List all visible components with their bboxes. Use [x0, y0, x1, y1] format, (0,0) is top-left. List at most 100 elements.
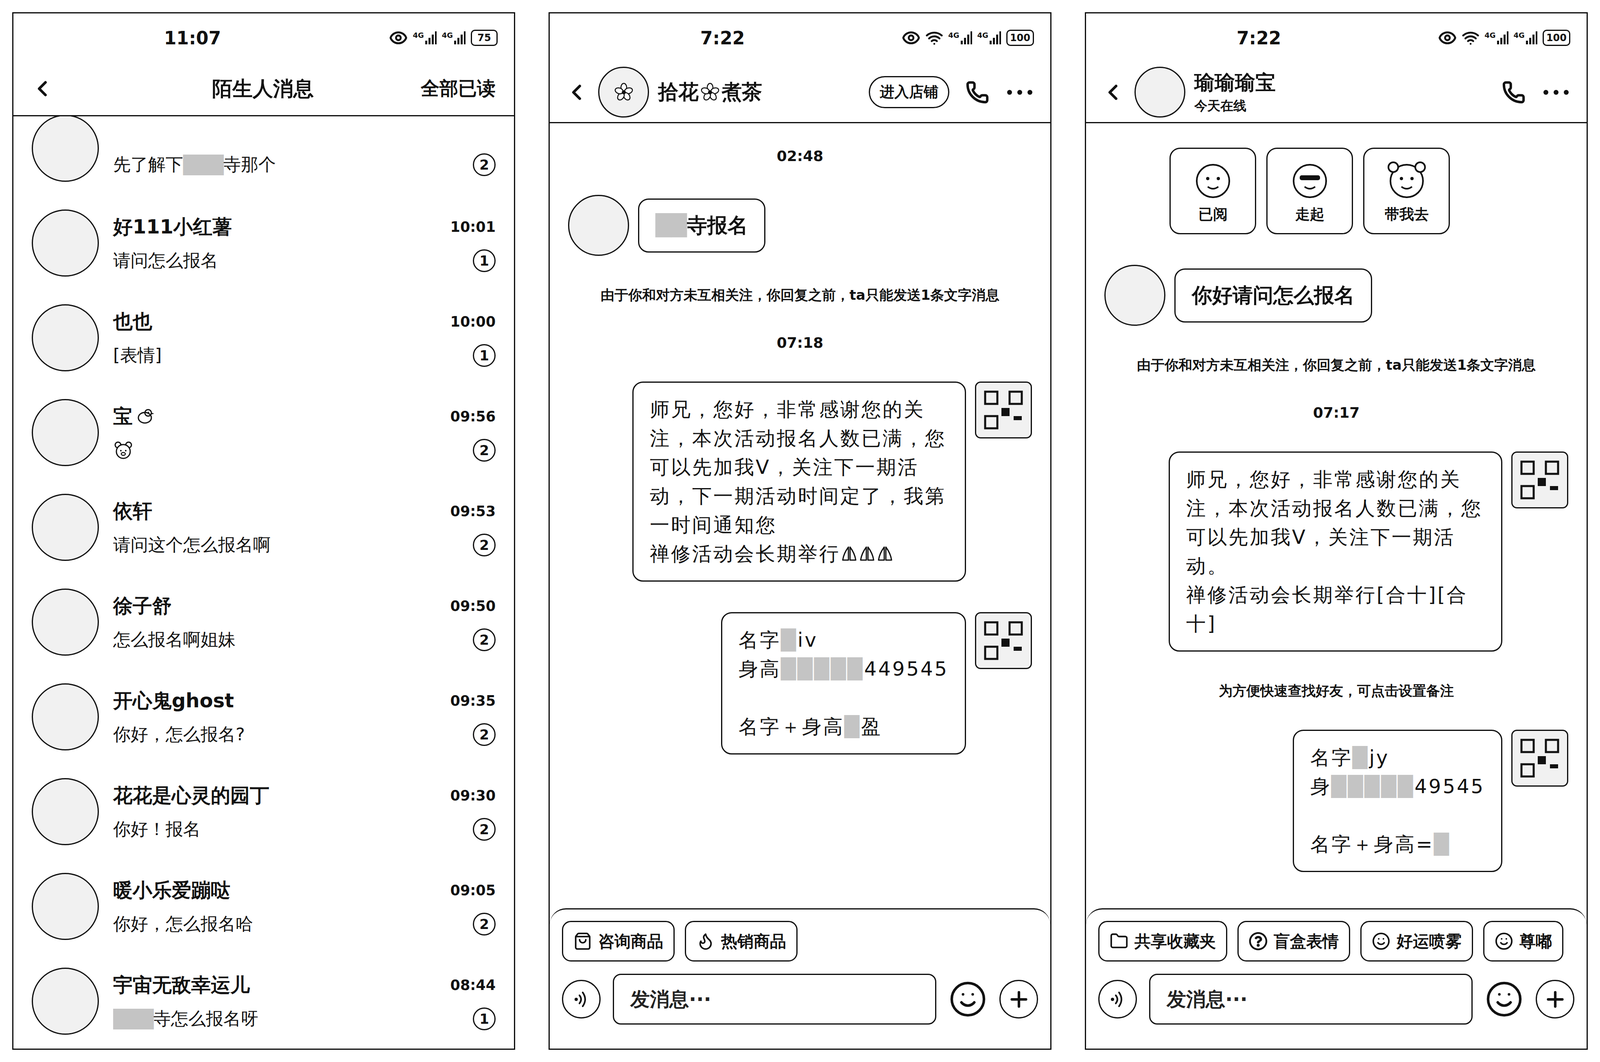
- praying-hands-icon: [876, 544, 894, 563]
- emoji-icon[interactable]: [948, 980, 988, 1019]
- more-icon[interactable]: [1005, 88, 1034, 97]
- back-icon[interactable]: [563, 79, 590, 105]
- quick-action-chip[interactable]: 好运喷雾: [1360, 921, 1474, 962]
- sticker-button[interactable]: 带我去: [1363, 147, 1450, 235]
- message-item[interactable]: 花花是心灵的园丁09:30你好！报名2: [13, 764, 514, 860]
- enter-shop-button[interactable]: 进入店铺: [868, 76, 950, 109]
- chip-icon: [1109, 932, 1129, 951]
- message-preview: 你好！报名: [113, 817, 201, 842]
- bubble-line: 身高█████449545: [738, 654, 949, 684]
- back-icon[interactable]: [29, 76, 55, 102]
- message-time: 09:35: [450, 692, 496, 710]
- message-input[interactable]: 发消息···: [1149, 974, 1473, 1026]
- message-list: 先了解下███寺那个2好111小红薯10:01请问怎么报名1也也10:00[表情…: [13, 116, 514, 1050]
- message-bubble[interactable]: 师兄，您好，非常感谢您的关注，本次活动报名人数已满，您可以先加我V，关注下一期活…: [632, 381, 967, 582]
- status-icons: 4G4G100: [901, 28, 1034, 48]
- unread-badge: 2: [472, 818, 496, 842]
- message-item[interactable]: 好111小红薯10:01请问怎么报名1: [13, 195, 514, 291]
- message-bubble[interactable]: ██寺报名: [638, 198, 766, 253]
- quick-actions: 共享收藏夹盲盒表情好运喷雾尊嘟: [1098, 921, 1575, 962]
- unread-badge: 2: [472, 533, 496, 557]
- message-item[interactable]: 徐子舒09:50怎么报名啊姐妹2: [13, 574, 514, 670]
- pixel-avatar-icon: [981, 618, 1026, 664]
- message-item[interactable]: 也也10:00[表情]1: [13, 290, 514, 386]
- chip-icon: [1371, 932, 1391, 951]
- plus-button[interactable]: [999, 980, 1039, 1019]
- message-preview: [表情]: [113, 343, 162, 368]
- network-label: 4G: [1513, 30, 1525, 40]
- system-note: 由于你和对方未互相关注，你回复之前，ta只能发送1条文字消息: [600, 286, 1000, 304]
- sticker-button[interactable]: 已阅: [1169, 147, 1257, 235]
- chat-title: 瑜瑜瑜宝: [1194, 69, 1493, 97]
- quick-action-chip[interactable]: 盲盒表情: [1237, 921, 1351, 962]
- chat-toolbar: 共享收藏夹盲盒表情好运喷雾尊嘟发消息···: [1086, 908, 1587, 1050]
- system-note: 为方便快速查找好友，可点击设置备注: [1218, 682, 1454, 700]
- outgoing-message: 名字█jy身█████49545名字＋身高=█: [1104, 730, 1569, 873]
- mark-all-read-button[interactable]: 全部已读: [420, 76, 496, 102]
- avatar: [31, 304, 99, 372]
- bubble-line: 名字＋身高=█: [1310, 830, 1485, 860]
- message-item[interactable]: 开心鬼ghost09:35你好，怎么报名?2: [13, 669, 514, 765]
- unread-badge: 1: [472, 344, 496, 368]
- sender-name: 宝: [113, 403, 156, 430]
- message-time: 09:50: [450, 598, 496, 615]
- redacted-text: █████: [1331, 775, 1415, 798]
- online-status: 今天在线: [1194, 97, 1493, 116]
- avatar: [31, 209, 99, 277]
- message-input[interactable]: 发消息···: [612, 974, 937, 1026]
- message-time: 10:00: [450, 313, 496, 331]
- redacted-text: ███: [183, 154, 224, 175]
- message-bubble[interactable]: 名字█iv身高█████449545 名字＋身高█盈: [721, 612, 967, 755]
- emoji-icon[interactable]: [1484, 980, 1524, 1019]
- more-icon[interactable]: [1541, 88, 1571, 97]
- bubble-paragraph: 师兄，您好，非常感谢您的关注，本次活动报名人数已满，您可以先加我V，关注下一期活…: [1186, 465, 1485, 639]
- status-time: 11:07: [163, 27, 221, 49]
- quick-action-chip[interactable]: 热销商品: [684, 921, 798, 962]
- signal-icon: [453, 30, 466, 45]
- praying-hands-icon: [858, 544, 877, 563]
- chat-avatar[interactable]: [1134, 66, 1186, 118]
- sticker-button[interactable]: 走起: [1266, 147, 1354, 235]
- message-item[interactable]: 先了解下███寺那个2: [13, 116, 514, 196]
- message-preview: ███寺怎么报名呀: [113, 1007, 259, 1032]
- voice-button[interactable]: [1098, 980, 1137, 1019]
- unread-badge: 2: [472, 439, 496, 462]
- message-bubble[interactable]: 你好请问怎么报名: [1174, 268, 1373, 323]
- phone-icon[interactable]: [965, 80, 990, 105]
- chat-avatar[interactable]: [598, 66, 650, 118]
- sender-name: 好111小红薯: [113, 214, 232, 241]
- quick-action-chip[interactable]: 尊嘟: [1483, 921, 1564, 962]
- signal-indicator: 4G: [441, 30, 466, 45]
- bubble-line: 名字█jy: [1310, 743, 1485, 773]
- avatar: [31, 116, 99, 182]
- message-item[interactable]: 宇宙无敌幸运儿08:44███寺怎么报名呀1: [13, 954, 514, 1050]
- back-icon[interactable]: [1100, 79, 1126, 105]
- outgoing-message: 名字█iv身高█████449545 名字＋身高█盈: [568, 612, 1032, 755]
- phone-icon[interactable]: [1501, 80, 1526, 105]
- sender-name: 徐子舒: [113, 593, 172, 620]
- avatar: [31, 588, 99, 656]
- bird-icon: [135, 406, 156, 427]
- battery: 75: [470, 29, 498, 46]
- bubble-line: 名字█iv: [738, 625, 949, 655]
- bubble-line: 名字＋身高█盈: [738, 712, 949, 742]
- quick-action-chip[interactable]: 共享收藏夹: [1098, 921, 1228, 962]
- message-preview: 请问怎么报名: [113, 249, 219, 273]
- eye-icon: [1438, 28, 1457, 48]
- status-icons: 4G4G75: [389, 28, 498, 48]
- chat-toolbar: 咨询商品热销商品发消息···: [549, 908, 1051, 1050]
- network-label: 4G: [441, 30, 453, 40]
- message-bubble[interactable]: 师兄，您好，非常感谢您的关注，本次活动报名人数已满，您可以先加我V，关注下一期活…: [1168, 451, 1503, 652]
- quick-action-chip[interactable]: 咨询商品: [561, 921, 675, 962]
- network-label: 4G: [948, 30, 960, 40]
- bear-icon: [113, 440, 134, 461]
- message-bubble[interactable]: 名字█jy身█████49545名字＋身高=█: [1292, 730, 1503, 873]
- my-avatar: [1511, 451, 1569, 509]
- message-item[interactable]: 暖小乐爱蹦哒09:05你好，怎么报名哈2: [13, 859, 514, 955]
- message-item[interactable]: 宝09:562: [13, 385, 514, 481]
- voice-button[interactable]: [561, 980, 601, 1019]
- message-preview: [113, 440, 134, 461]
- plus-button[interactable]: [1535, 980, 1575, 1019]
- message-item[interactable]: 依轩09:53请问这个怎么报名啊2: [13, 480, 514, 575]
- signal-icon: [424, 30, 438, 45]
